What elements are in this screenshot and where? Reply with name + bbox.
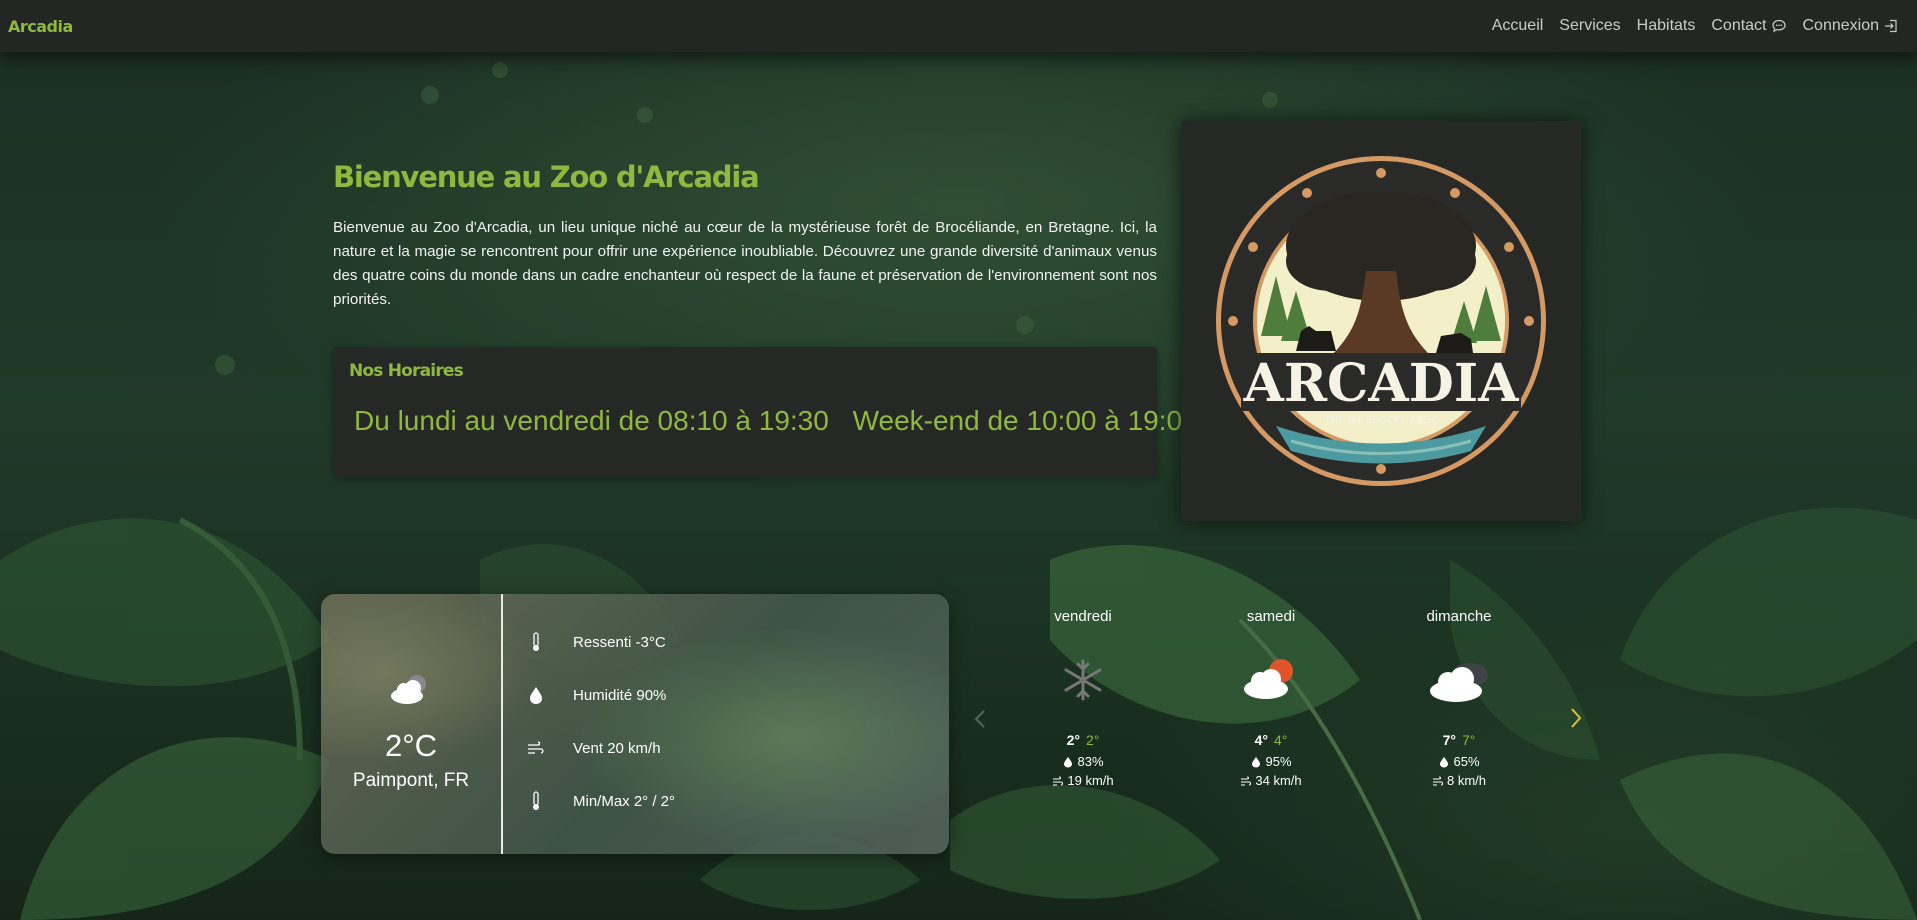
arcadia-emblem: ARCADIA THE MY BROCELIANDE <box>1216 156 1546 486</box>
wind-icon <box>1432 776 1443 785</box>
current-temperature: 2°C <box>384 728 438 763</box>
wind-icon <box>528 741 544 754</box>
forecast-wind: 19 km/h <box>1067 773 1114 788</box>
weather-feels: Ressenti -3°C <box>573 633 666 651</box>
forecast-temp-max: 2° <box>1086 732 1100 748</box>
forecast-day-name: dimanche <box>1426 608 1492 625</box>
weather-humidity-row: Humidité 90% <box>527 685 666 705</box>
forecast-day-name: vendredi <box>1054 608 1112 625</box>
forecast-humidity: 65% <box>1453 754 1480 769</box>
forecast-day-1: samedi 4° 4° 95% 34 km/h <box>1201 608 1341 788</box>
forecast-humidity-row: 83% <box>1013 754 1153 769</box>
logo-name: ARCADIA <box>1242 353 1519 414</box>
weather-wind-row: Vent 20 km/h <box>527 738 661 758</box>
welcome-section: Bienvenue au Zoo d'Arcadia Bienvenue au … <box>333 160 1157 312</box>
forecast-temps: 2° 2° <box>1013 732 1153 748</box>
hours-title: Nos Horaires <box>349 361 464 381</box>
wind-icon <box>1241 776 1252 785</box>
clouds-icon <box>1430 663 1488 702</box>
snowflake-icon <box>1064 659 1102 701</box>
forecast-wind: 8 km/h <box>1446 773 1486 788</box>
forecast-humidity: 83% <box>1077 754 1104 769</box>
brand-logo[interactable]: Arcadia <box>8 17 73 36</box>
forecast-temps: 7° 7° <box>1389 732 1529 748</box>
hours-weekdays: Du lundi au vendredi de 08:10 à 19:30 <box>354 405 829 436</box>
nav-link-services[interactable]: Services <box>1559 17 1620 35</box>
nav-link-accueil[interactable]: Accueil <box>1492 17 1544 35</box>
welcome-title: Bienvenue au Zoo d'Arcadia <box>333 160 760 194</box>
forecast-day-2: dimanche 7° 7° 65% 8 km/h <box>1389 608 1529 788</box>
welcome-text: Bienvenue au Zoo d'Arcadia, un lieu uniq… <box>333 219 1157 308</box>
weather-divider <box>501 594 503 854</box>
wind-icon <box>1053 776 1064 785</box>
opening-hours-card: Nos Horaires Du lundi au vendredi de 08:… <box>333 347 1198 477</box>
sun-cloud-icon <box>1244 659 1293 699</box>
nav-link-connexion[interactable]: Connexion <box>1803 17 1900 35</box>
cloud-icon <box>391 675 426 704</box>
forecast-day-name: samedi <box>1246 608 1296 625</box>
forecast-wind: 34 km/h <box>1255 773 1302 788</box>
weather-minmax-row: Min/Max 2° / 2° <box>527 791 675 811</box>
carousel-prev-chevron-icon[interactable] <box>972 708 988 730</box>
forecast-wind-row: 19 km/h <box>1013 773 1153 788</box>
droplet-icon <box>1440 756 1449 767</box>
forecast-temps: 4° 4° <box>1201 732 1341 748</box>
weather-minmax: Min/Max 2° / 2° <box>573 792 676 810</box>
login-icon <box>1885 19 1897 33</box>
forecast-wind-row: 8 km/h <box>1389 773 1529 788</box>
chat-bubble-icon <box>1771 19 1786 33</box>
weather-city: Paimpont, FR <box>352 770 470 791</box>
forecast-humidity: 95% <box>1265 754 1292 769</box>
hours-weekend: Week-end de 10:00 à 19:00 <box>852 405 1198 436</box>
forecast-temp-max: 4° <box>1274 732 1288 748</box>
droplet-icon <box>1252 756 1261 767</box>
forecast-temp-max: 7° <box>1462 732 1476 748</box>
weather-feels-row: Ressenti -3°C <box>527 632 666 652</box>
nav-link-habitats[interactable]: Habitats <box>1637 17 1696 35</box>
droplet-icon <box>1064 756 1073 767</box>
forecast-temp-min: 7° <box>1442 732 1456 748</box>
nav-link-contact-label: Contact <box>1711 17 1767 34</box>
weather-humidity: Humidité 90% <box>573 686 667 704</box>
nav-links: Accueil Services Habitats Contact Connex… <box>1476 17 1899 35</box>
forecast-temp-min: 4° <box>1254 732 1268 748</box>
logo-card: ARCADIA THE MY BROCELIANDE <box>1181 121 1581 521</box>
nav-link-contact[interactable]: Contact <box>1711 17 1786 35</box>
forecast-humidity-row: 65% <box>1389 754 1529 769</box>
carousel-next-chevron-icon[interactable] <box>1568 706 1584 730</box>
hours-line: Du lundi au vendredi de 08:10 à 19:30 We… <box>354 405 1198 437</box>
logo-subtitle: THE MY BROCELIANDE <box>1324 415 1438 426</box>
thermometer-icon <box>533 632 539 651</box>
weather-card: 2°C Paimpont, FR Ressenti -3°C Humidité … <box>321 594 949 854</box>
forecast-day-0: vendredi 2° 2° 83% 19 km/h <box>1013 608 1153 788</box>
thermometer-icon <box>533 791 539 810</box>
nav-link-connexion-label: Connexion <box>1802 17 1880 34</box>
forecast-temp-min: 2° <box>1066 732 1080 748</box>
navbar: Arcadia Accueil Services Habitats Contac… <box>0 0 1917 52</box>
weather-wind: Vent 20 km/h <box>573 739 661 757</box>
droplet-icon <box>530 687 542 704</box>
forecast-wind-row: 34 km/h <box>1201 773 1341 788</box>
forecast-humidity-row: 95% <box>1201 754 1341 769</box>
